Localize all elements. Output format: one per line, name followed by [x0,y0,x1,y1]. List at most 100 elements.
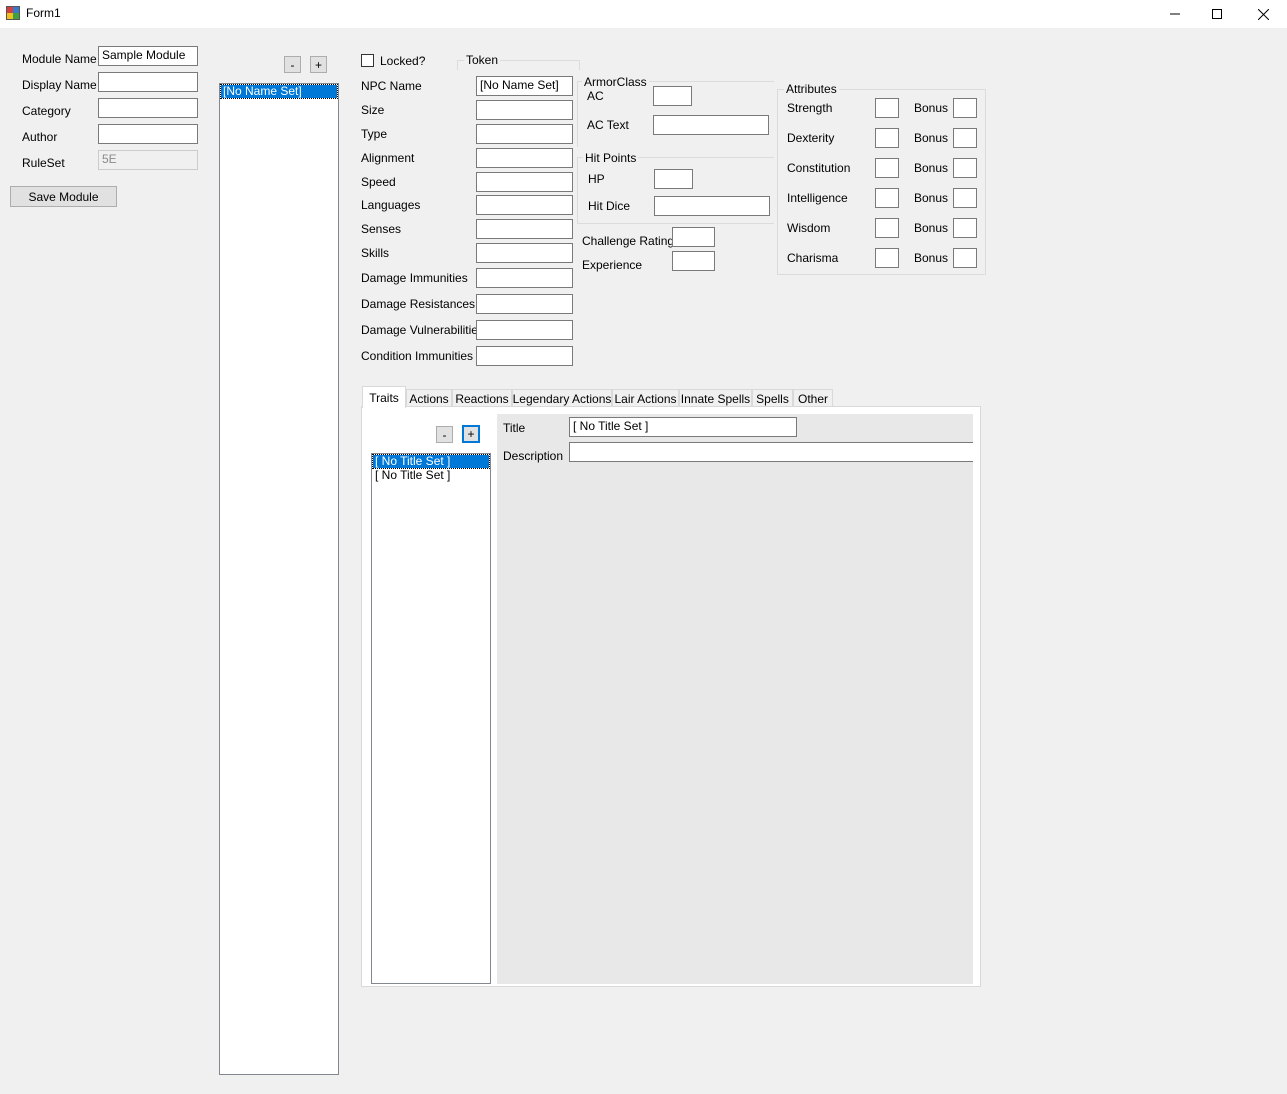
alignment-label: Alignment [361,151,415,165]
languages-input[interactable] [476,195,573,215]
category-label: Category [22,104,71,118]
trait-description-label: Description [503,449,564,463]
maximize-button[interactable] [1194,0,1240,28]
hit-dice-input[interactable] [654,196,770,216]
alignment-input[interactable] [476,148,573,168]
condition-immunities-input[interactable] [476,346,573,366]
strength-bonus-input[interactable] [953,98,977,118]
challenge-rating-input[interactable] [672,227,715,247]
intelligence-label: Intelligence [787,191,848,205]
speed-input[interactable] [476,172,573,192]
trait-list-item[interactable]: [ No Title Set ] [373,469,489,482]
tab-other[interactable]: Other [793,389,833,407]
dexterity-bonus-label: Bonus [914,131,949,145]
npc-name-input[interactable]: [No Name Set] [476,76,573,96]
trait-list-item[interactable]: [ No Title Set ] [372,454,490,469]
ruleset-label: RuleSet [22,156,65,170]
dexterity-bonus-input[interactable] [953,128,977,148]
armor-class-group-label: ArmorClass [582,75,649,89]
hp-input[interactable] [654,169,693,189]
trait-title-label: Title [503,421,526,435]
ac-input[interactable] [653,86,692,106]
locked-checkbox[interactable] [361,54,374,67]
strength-input[interactable] [875,98,899,118]
tab-traits[interactable]: Traits [362,386,406,408]
hp-label: HP [588,172,605,186]
dexterity-input[interactable] [875,128,899,148]
strength-bonus-label: Bonus [914,101,949,115]
save-module-button[interactable]: Save Module [10,186,117,207]
close-icon [1257,8,1269,20]
intelligence-bonus-label: Bonus [914,191,949,205]
token-group-border [579,60,580,70]
type-label: Type [361,127,388,141]
skills-input[interactable] [476,243,573,263]
skills-label: Skills [361,246,390,260]
experience-input[interactable] [672,251,715,271]
display-name-input[interactable] [98,72,198,92]
damage-vulnerabilities-label: Damage Vulnerabilities [361,323,484,337]
constitution-label: Constitution [787,161,851,175]
npc-name-label: NPC Name [361,79,422,93]
tab-lair-actions[interactable]: Lair Actions [612,389,679,407]
damage-immunities-label: Damage Immunities [361,271,468,285]
author-input[interactable] [98,124,198,144]
intelligence-bonus-input[interactable] [953,188,977,208]
npc-list-item[interactable]: [No Name Set] [220,84,338,99]
constitution-input[interactable] [875,158,899,178]
charisma-input[interactable] [875,248,899,268]
add-trait-button[interactable]: + [462,425,480,443]
remove-trait-button[interactable]: - [436,426,453,443]
trait-description-input[interactable] [569,442,973,462]
ac-label: AC [587,89,604,103]
minimize-button[interactable] [1152,0,1198,28]
damage-resistances-label: Damage Resistances [361,297,476,311]
attributes-group-label: Attributes [784,82,839,96]
constitution-bonus-label: Bonus [914,161,949,175]
damage-immunities-input[interactable] [476,268,573,288]
damage-resistances-input[interactable] [476,294,573,314]
token-label: Token [464,53,501,67]
hit-points-group-bottom [577,223,774,224]
charisma-bonus-input[interactable] [953,248,977,268]
size-input[interactable] [476,100,573,120]
experience-label: Experience [582,258,643,272]
strength-label: Strength [787,101,833,115]
dexterity-label: Dexterity [787,131,835,145]
traits-list[interactable]: [ No Title Set ] [ No Title Set ] [371,453,491,984]
npc-list[interactable]: [No Name Set] [219,83,339,1075]
damage-vulnerabilities-input[interactable] [476,320,573,340]
token-group-border [457,60,458,70]
minimize-icon [1170,13,1180,15]
wisdom-input[interactable] [875,218,899,238]
intelligence-input[interactable] [875,188,899,208]
hit-dice-label: Hit Dice [588,199,631,213]
close-button[interactable] [1240,0,1286,28]
module-name-input[interactable]: Sample Module [98,46,198,66]
hit-points-group-border [577,157,578,223]
wisdom-bonus-input[interactable] [953,218,977,238]
wisdom-label: Wisdom [787,221,831,235]
remove-npc-button[interactable]: - [284,56,301,73]
title-bar: Form1 [0,0,1287,28]
add-npc-button[interactable]: + [310,56,327,73]
maximize-icon [1212,9,1222,19]
tab-spells[interactable]: Spells [752,389,793,407]
ac-text-input[interactable] [653,115,769,135]
category-input[interactable] [98,98,198,118]
tab-innate-spells[interactable]: Innate Spells [679,389,752,407]
speed-label: Speed [361,175,396,189]
armor-class-group-border [577,81,578,147]
tab-reactions[interactable]: Reactions [452,389,512,407]
trait-title-input[interactable]: [ No Title Set ] [569,417,797,437]
app-icon [6,6,20,20]
languages-label: Languages [361,198,421,212]
senses-input[interactable] [476,219,573,239]
trait-detail-panel [497,414,973,984]
wisdom-bonus-label: Bonus [914,221,949,235]
tab-legendary-actions[interactable]: Legendary Actions [512,389,612,407]
charisma-bonus-label: Bonus [914,251,949,265]
tab-actions[interactable]: Actions [406,389,452,407]
constitution-bonus-input[interactable] [953,158,977,178]
type-input[interactable] [476,124,573,144]
